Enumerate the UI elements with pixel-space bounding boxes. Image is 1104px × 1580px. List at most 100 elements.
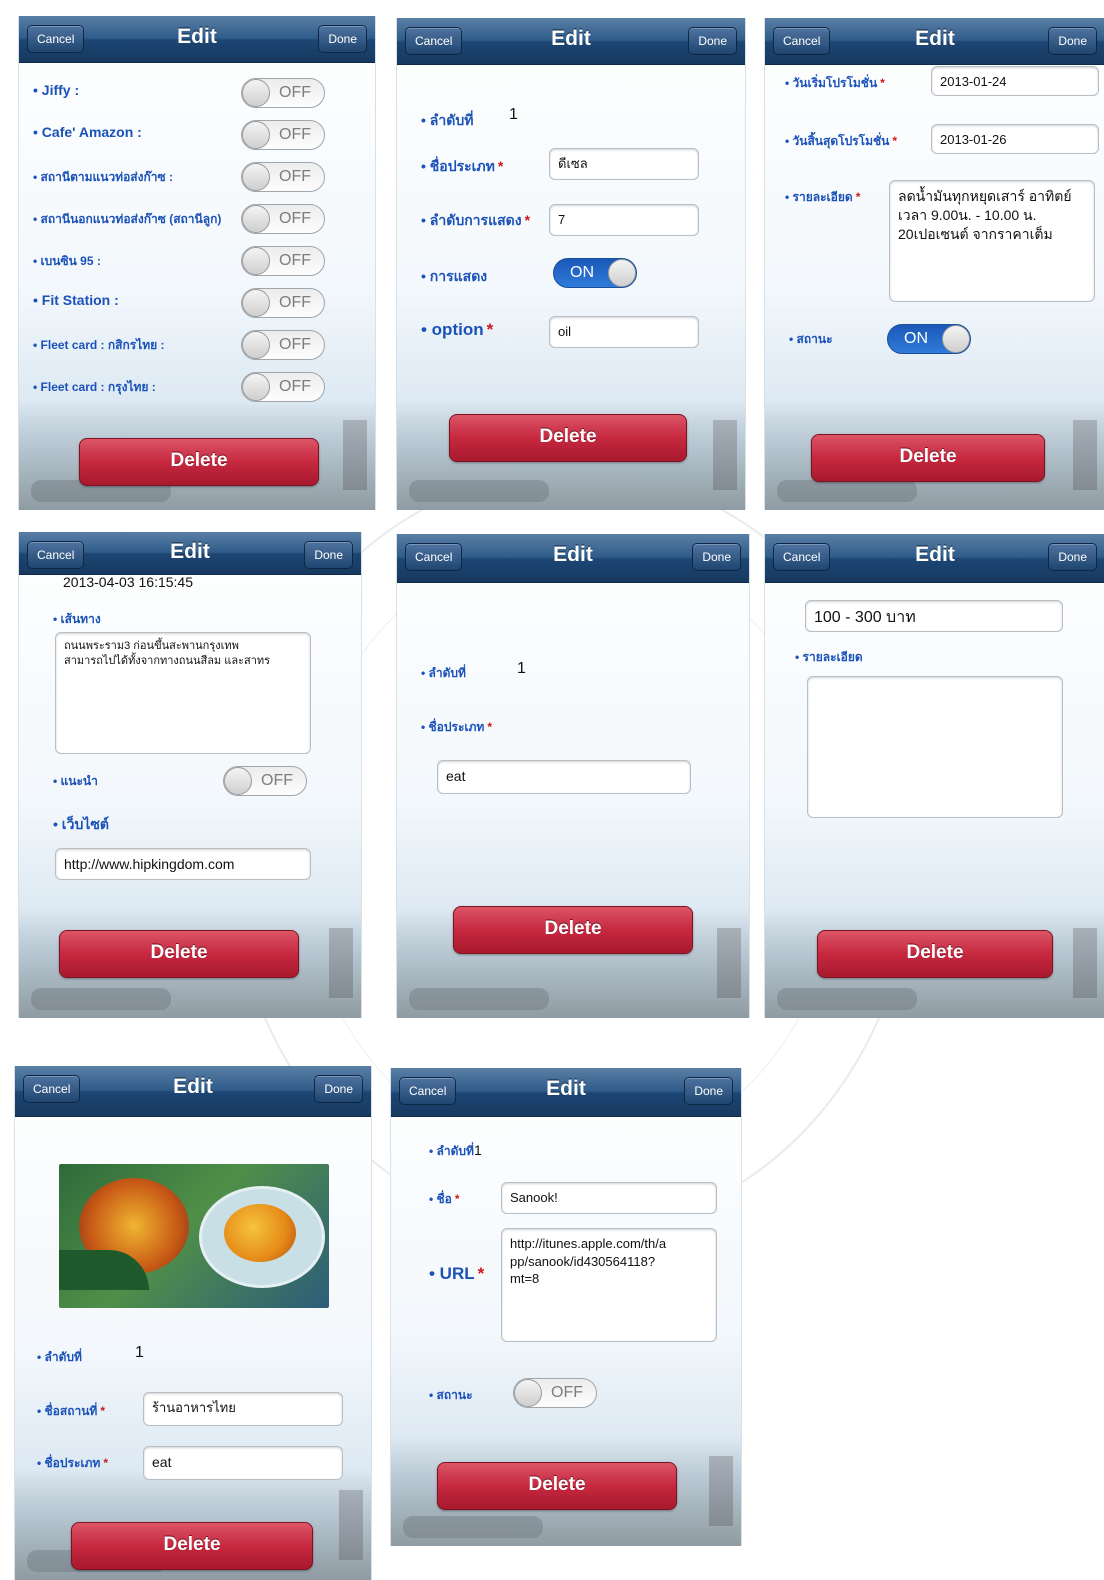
website-label: • เว็บไซต์	[53, 816, 109, 832]
toggle-state: OFF	[279, 378, 311, 395]
type-name-field[interactable]: ดีเซล	[549, 148, 699, 180]
toggle-knob	[942, 325, 970, 353]
jiffy-label: • Jiffy :	[33, 82, 80, 98]
done-button[interactable]: Done	[684, 1077, 733, 1105]
toggle-knob	[242, 373, 270, 401]
screen-oil-type: Cancel Edit Done • ลำดับที่ 1 • ชื่อประเ…	[396, 18, 746, 510]
place-name-field[interactable]: ร้านอาหารไทย	[143, 1392, 343, 1426]
toggle-state: OFF	[279, 168, 311, 185]
screen-restaurant: Cancel Edit Done • ลำดับที่ 1 • ชื่อสถาน…	[14, 1066, 372, 1580]
type-name-field[interactable]: eat	[437, 760, 691, 794]
toggle-state: OFF	[279, 336, 311, 353]
toggle-knob	[242, 163, 270, 191]
benzine-95-label: • เบนซิน 95 :	[33, 254, 101, 268]
off-pipeline-station-toggle[interactable]: OFF	[241, 204, 325, 234]
url-textarea[interactable]: http://itunes.apple.com/th/a pp/sanook/i…	[501, 1228, 717, 1342]
toggle-knob	[242, 79, 270, 107]
fleet-card-krungthai-toggle[interactable]: OFF	[241, 372, 325, 402]
toggle-knob	[514, 1379, 542, 1407]
delete-button[interactable]: Delete	[71, 1522, 313, 1570]
delete-button[interactable]: Delete	[811, 434, 1045, 482]
status-toggle[interactable]: OFF	[513, 1378, 597, 1408]
benzine-95-toggle[interactable]: OFF	[241, 246, 325, 276]
jiffy-toggle[interactable]: OFF	[241, 78, 325, 108]
navbar: Cancel Edit Done	[765, 534, 1104, 583]
promo-start-field[interactable]: 2013-01-24	[931, 66, 1099, 96]
done-button[interactable]: Done	[304, 541, 353, 569]
promo-end-field[interactable]: 2013-01-26	[931, 124, 1099, 154]
display-order-label: • ลำดับการแสดง *	[421, 212, 531, 228]
name-label: • ชื่อ *	[429, 1192, 460, 1206]
toggle-state: OFF	[279, 294, 311, 311]
delete-button[interactable]: Delete	[453, 906, 693, 954]
order-label: • ลำดับที่1	[429, 1142, 482, 1158]
order-label: • ลำดับที่	[421, 112, 474, 128]
detail-textarea[interactable]	[807, 676, 1063, 818]
fit-station-label: • Fit Station :	[33, 292, 119, 308]
delete-button[interactable]: Delete	[59, 930, 299, 978]
option-field[interactable]: oil	[549, 316, 699, 348]
display-label: • การแสดง	[421, 268, 488, 284]
toggle-knob	[242, 331, 270, 359]
status-toggle[interactable]: ON	[887, 324, 971, 354]
gas-pipeline-station-toggle[interactable]: OFF	[241, 162, 325, 192]
order-value: 1	[517, 660, 526, 677]
screen-promotion: Cancel Edit Done • วันเริ่มโปรโมชั่น * 20…	[764, 18, 1104, 510]
display-order-field[interactable]: 7	[549, 204, 699, 236]
detail-textarea[interactable]: ลดน้ำมันทุกหยุดเสาร์ อาทิตย์ เวลา 9.00น.…	[889, 180, 1095, 302]
fit-station-toggle[interactable]: OFF	[241, 288, 325, 318]
order-label: • ลำดับที่	[421, 666, 466, 680]
screen-app-link: Cancel Edit Done • ลำดับที่1 • ชื่อ * San…	[390, 1068, 742, 1546]
done-button[interactable]: Done	[318, 25, 367, 53]
done-button[interactable]: Done	[1048, 27, 1097, 55]
order-value: 1	[509, 106, 518, 123]
price-field[interactable]: 100 - 300 บาท	[805, 600, 1063, 632]
order-label: • ลำดับที่	[37, 1350, 82, 1364]
type-name-field[interactable]: eat	[143, 1446, 343, 1480]
cafe-amazon-label: • Cafe' Amazon :	[33, 124, 142, 140]
screen-place-route: Cancel Edit Done 2013-04-03 16:15:45 • เ…	[18, 532, 362, 1018]
delete-button[interactable]: Delete	[79, 438, 319, 486]
delete-button[interactable]: Delete	[817, 930, 1053, 978]
recommend-label: • แนะนำ	[53, 774, 98, 788]
promo-start-label: • วันเริ่มโปรโมชั่น *	[785, 76, 885, 90]
toggle-knob	[608, 259, 636, 287]
toggle-state: OFF	[261, 772, 293, 789]
cafe-amazon-toggle[interactable]: OFF	[241, 120, 325, 150]
type-name-label: • ชื่อประเภท *	[421, 720, 492, 734]
order-value: 1	[135, 1344, 144, 1361]
navbar: Cancel Edit Done	[397, 18, 745, 65]
route-textarea[interactable]: ถนนพระราม3 ก่อนขึ้นสะพานกรุงเทพ สามารถไป…	[55, 632, 311, 754]
detail-label: • รายละเอียด	[795, 650, 863, 664]
display-toggle[interactable]: ON	[553, 258, 637, 288]
done-button[interactable]: Done	[692, 543, 741, 571]
fleet-card-kasikorn-toggle[interactable]: OFF	[241, 330, 325, 360]
promo-end-label: • วันสิ้นสุดโปรโมชั่น *	[785, 134, 898, 148]
food-photo[interactable]	[59, 1164, 329, 1308]
navbar: Cancel Edit Done	[15, 1066, 371, 1117]
done-button[interactable]: Done	[314, 1075, 363, 1103]
done-button[interactable]: Done	[688, 27, 737, 55]
website-field[interactable]: http://www.hipkingdom.com	[55, 848, 311, 880]
delete-button[interactable]: Delete	[437, 1462, 677, 1510]
fleet-card-kasikorn-label: • Fleet card : กสิกรไทย :	[33, 338, 165, 352]
datetime-text: 2013-04-03 16:15:45	[63, 574, 193, 590]
navbar: Cancel Edit Done	[397, 534, 749, 583]
name-field[interactable]: Sanook!	[501, 1182, 717, 1214]
toggle-knob	[242, 289, 270, 317]
navbar: Cancel Edit Done	[391, 1068, 741, 1117]
toggle-state: ON	[904, 330, 928, 347]
place-name-label: • ชื่อสถานที่ *	[37, 1404, 105, 1418]
toggle-knob	[242, 121, 270, 149]
screen-oil-services: Cancel Edit Done • Jiffy : OFF • Cafe' A…	[18, 16, 376, 510]
toggle-state: OFF	[551, 1384, 583, 1401]
delete-button[interactable]: Delete	[449, 414, 687, 462]
status-label: • สถานะ	[789, 332, 833, 346]
toggle-state: OFF	[279, 252, 311, 269]
toggle-state: ON	[570, 264, 594, 281]
fleet-card-krungthai-label: • Fleet card : กรุงไทย :	[33, 380, 156, 394]
done-button[interactable]: Done	[1048, 543, 1097, 571]
recommend-toggle[interactable]: OFF	[223, 766, 307, 796]
detail-label: • รายละเอียด *	[785, 190, 861, 204]
type-name-label: • ชื่อประเภท *	[37, 1456, 108, 1470]
